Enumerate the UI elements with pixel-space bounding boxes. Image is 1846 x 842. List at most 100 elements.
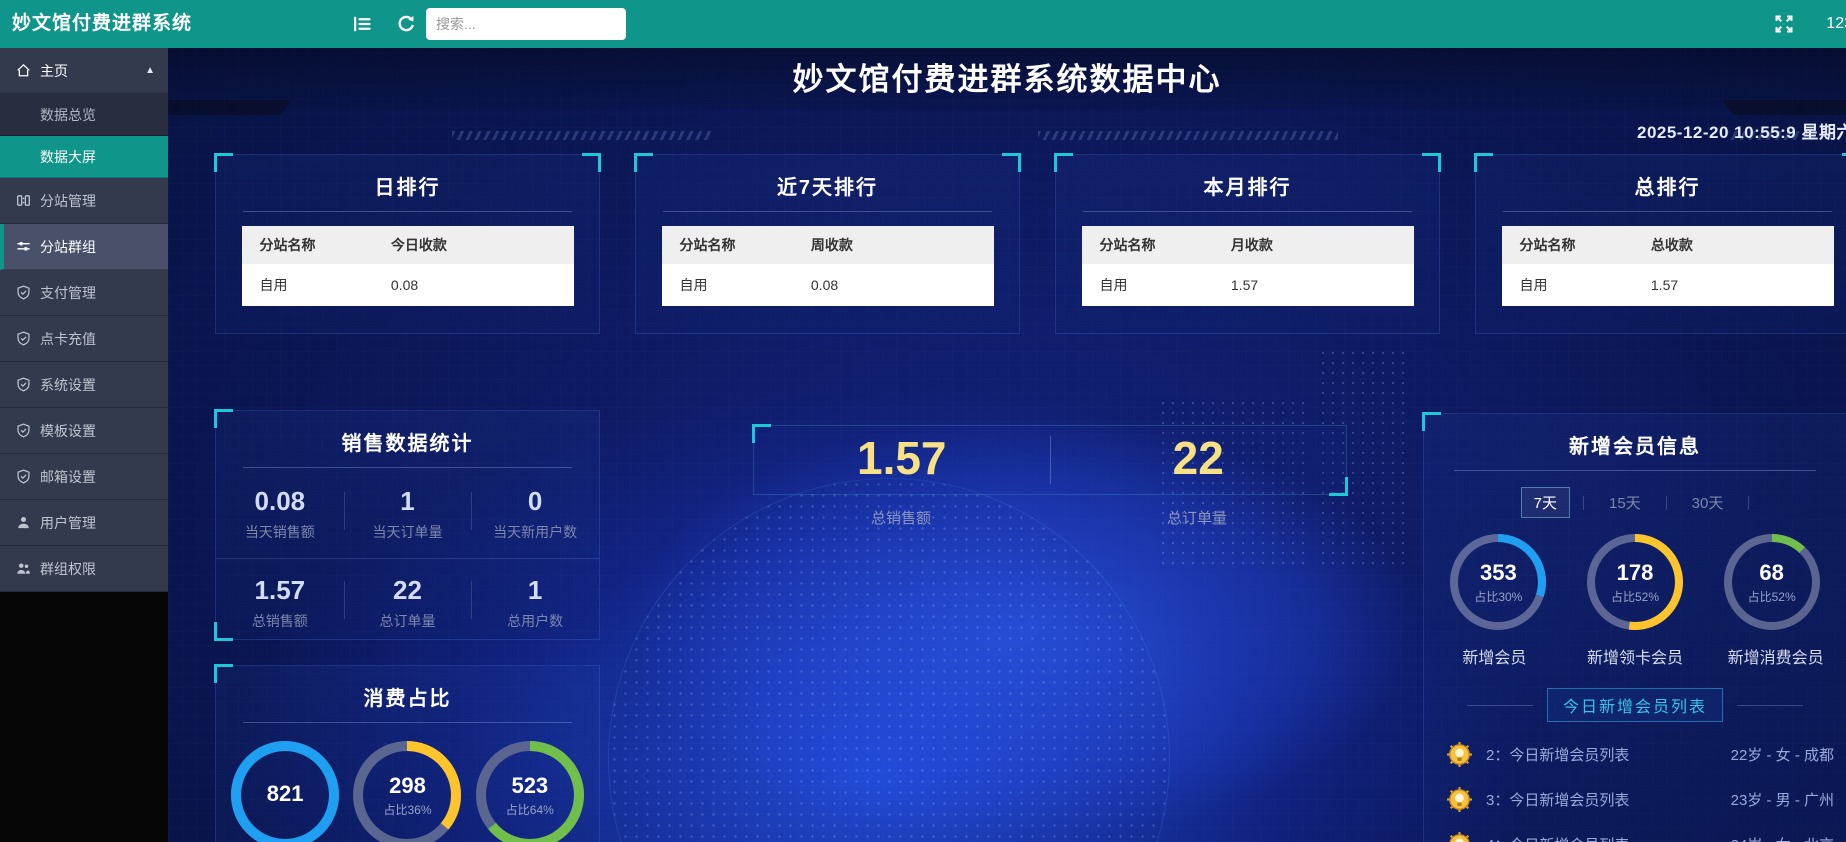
cell-site-name: 自用 bbox=[242, 264, 391, 306]
sidebar-item-label: 点卡充值 bbox=[40, 316, 96, 362]
donut-label: 新增会员 bbox=[1424, 644, 1565, 668]
kpi-total-orders-value: 22 bbox=[1051, 426, 1347, 494]
sidebar-item-card-recharge[interactable]: 点卡充值 bbox=[0, 316, 168, 362]
title-underline bbox=[1503, 211, 1832, 212]
sidebar-nav: 主页 ▲ 数据总览 数据大屏 分站管理 分站群组 支付管理 点卡充值 系统设置 bbox=[0, 48, 168, 842]
sidebar-item-label: 模板设置 bbox=[40, 408, 96, 454]
header-username[interactable]: 123 bbox=[1826, 0, 1846, 48]
corner-bracket bbox=[1002, 153, 1021, 172]
donut-chart: 821 bbox=[231, 741, 339, 842]
title-underline bbox=[243, 467, 572, 468]
column-header: 分站名称 bbox=[1502, 226, 1651, 264]
sidebar-item-data-screen[interactable]: 数据大屏 bbox=[0, 136, 168, 178]
ranking-table: 分站名称月收款 自用1.57 bbox=[1082, 226, 1414, 306]
corner-bracket bbox=[634, 153, 653, 172]
sidebar-item-label: 群组权限 bbox=[40, 546, 96, 592]
member-info: 23岁 - 男 - 广州 bbox=[1731, 789, 1836, 810]
list-item[interactable]: 2：今日新增会员列表 22岁 - 女 - 成都 bbox=[1424, 732, 1846, 777]
sidebar-item-home[interactable]: 主页 ▲ bbox=[0, 48, 168, 94]
member-list: 2：今日新增会员列表 22岁 - 女 - 成都 3：今日新增会员列表 23岁 -… bbox=[1424, 732, 1846, 842]
corner-bracket bbox=[1842, 153, 1846, 172]
tab-30-days[interactable]: 30天 bbox=[1680, 488, 1736, 517]
consume-donuts: 821 298占比36% 523占比64% bbox=[216, 741, 599, 842]
stat-total-sales: 1.57总销售额 bbox=[216, 575, 344, 631]
sidebar-item-label: 支付管理 bbox=[40, 270, 96, 316]
ranking-table: 分站名称总收款 自用1.57 bbox=[1502, 226, 1834, 306]
cell-amount: 0.08 bbox=[811, 264, 994, 306]
sidebar-item-substation-group[interactable]: 分站群组 bbox=[0, 224, 168, 270]
column-header: 今日收款 bbox=[391, 226, 574, 264]
member-range-tabs: 7天 15天 30天 bbox=[1424, 487, 1846, 518]
stat-total-users: 1总用户数 bbox=[471, 575, 599, 631]
panel-7day-ranking: 近7天排行 分站名称周收款 自用0.08 bbox=[635, 154, 1020, 334]
badge-line bbox=[1737, 705, 1803, 706]
badge-line bbox=[1467, 705, 1533, 706]
sidebar-item-system-settings[interactable]: 系统设置 bbox=[0, 362, 168, 408]
sidebar-item-substation-manage[interactable]: 分站管理 bbox=[0, 178, 168, 224]
kpi-total-orders-label: 总订单量 bbox=[1049, 507, 1345, 528]
current-datetime: 2025-12-20 10:55:9 星期六 bbox=[1637, 118, 1846, 143]
shield-check-icon bbox=[16, 331, 31, 346]
table-row: 自用0.08 bbox=[242, 264, 574, 306]
center-kpi-box: 1.57 22 bbox=[753, 425, 1347, 495]
donut-chart: 178占比52% bbox=[1587, 534, 1683, 630]
member-text: 4：今日新增会员列表 bbox=[1486, 834, 1731, 842]
corner-bracket bbox=[214, 409, 233, 428]
sidebar-item-user-manage[interactable]: 用户管理 bbox=[0, 500, 168, 546]
bulb-icon bbox=[1446, 786, 1473, 813]
panel-title: 新增会员信息 bbox=[1424, 430, 1846, 459]
sidebar-item-payment-manage[interactable]: 支付管理 bbox=[0, 270, 168, 316]
center-kpi-labels: 总销售额 总订单量 bbox=[753, 507, 1345, 528]
cell-amount: 1.57 bbox=[1231, 264, 1414, 306]
panel-total-ranking: 总排行 分站名称总收款 自用1.57 bbox=[1475, 154, 1846, 334]
member-info: 24岁 - 女 - 北京 bbox=[1731, 834, 1836, 842]
tab-7-days[interactable]: 7天 bbox=[1521, 487, 1570, 518]
panel-title: 消费占比 bbox=[216, 682, 599, 711]
users-icon bbox=[16, 561, 31, 576]
band-decoration bbox=[168, 100, 291, 115]
ranking-table: 分站名称今日收款 自用0.08 bbox=[242, 226, 574, 306]
corner-bracket bbox=[214, 153, 233, 172]
corner-bracket bbox=[1474, 153, 1493, 172]
member-info: 22岁 - 女 - 成都 bbox=[1731, 744, 1836, 765]
title-underline bbox=[243, 722, 572, 723]
today-member-list-badge[interactable]: 今日新增会员列表 bbox=[1547, 688, 1723, 722]
search-input[interactable] bbox=[426, 8, 626, 40]
panel-sales-stats: 销售数据统计 0.08当天销售额 1当天订单量 0当天新用户数 1.57总销售额… bbox=[215, 410, 600, 640]
sidebar-item-email-settings[interactable]: 邮箱设置 bbox=[0, 454, 168, 500]
collapse-menu-icon[interactable] bbox=[352, 14, 372, 34]
app-title: 妙文馆付费进群系统 bbox=[12, 0, 192, 48]
sidebar-item-label: 邮箱设置 bbox=[40, 454, 96, 500]
caret-up-icon[interactable]: ▲ bbox=[145, 48, 155, 94]
screen-title: 妙文馆付费进群系统数据中心 bbox=[168, 48, 1846, 112]
fullscreen-icon[interactable] bbox=[1774, 14, 1794, 34]
refresh-icon[interactable] bbox=[396, 14, 416, 34]
column-header: 总收款 bbox=[1651, 226, 1834, 264]
sidebar-item-label: 分站管理 bbox=[40, 178, 96, 224]
sidebar-item-label: 分站群组 bbox=[40, 224, 96, 270]
kpi-total-sales-label: 总销售额 bbox=[753, 507, 1049, 528]
sidebar-item-label: 主页 bbox=[40, 48, 68, 94]
corner-bracket bbox=[214, 664, 233, 683]
title-underline bbox=[663, 211, 992, 212]
column-header: 分站名称 bbox=[242, 226, 391, 264]
member-list-badge-row: 今日新增会员列表 bbox=[1424, 688, 1846, 722]
list-item[interactable]: 3：今日新增会员列表 23岁 - 男 - 广州 bbox=[1424, 777, 1846, 822]
table-row: 自用0.08 bbox=[662, 264, 994, 306]
stats-row-today: 0.08当天销售额 1当天订单量 0当天新用户数 bbox=[216, 486, 599, 542]
screen-title-band: 妙文馆付费进群系统数据中心 bbox=[168, 48, 1846, 110]
corner-bracket bbox=[1054, 153, 1073, 172]
sidebar-item-template-settings[interactable]: 模板设置 bbox=[0, 408, 168, 454]
corner-bracket bbox=[752, 424, 771, 443]
table-row: 自用1.57 bbox=[1502, 264, 1834, 306]
list-item[interactable]: 4：今日新增会员列表 24岁 - 女 - 北京 bbox=[1424, 822, 1846, 842]
member-text: 2：今日新增会员列表 bbox=[1486, 744, 1731, 765]
panel-title: 销售数据统计 bbox=[216, 427, 599, 456]
tab-15-days[interactable]: 15天 bbox=[1597, 488, 1653, 517]
sidebar-item-group-permissions[interactable]: 群组权限 bbox=[0, 546, 168, 592]
donut-chart: 523占比64% bbox=[476, 741, 584, 842]
column-header: 周收款 bbox=[811, 226, 994, 264]
sidebar-item-data-overview[interactable]: 数据总览 bbox=[0, 94, 168, 136]
sidebar-item-label: 系统设置 bbox=[40, 362, 96, 408]
kpi-total-sales-value: 1.57 bbox=[754, 426, 1050, 494]
